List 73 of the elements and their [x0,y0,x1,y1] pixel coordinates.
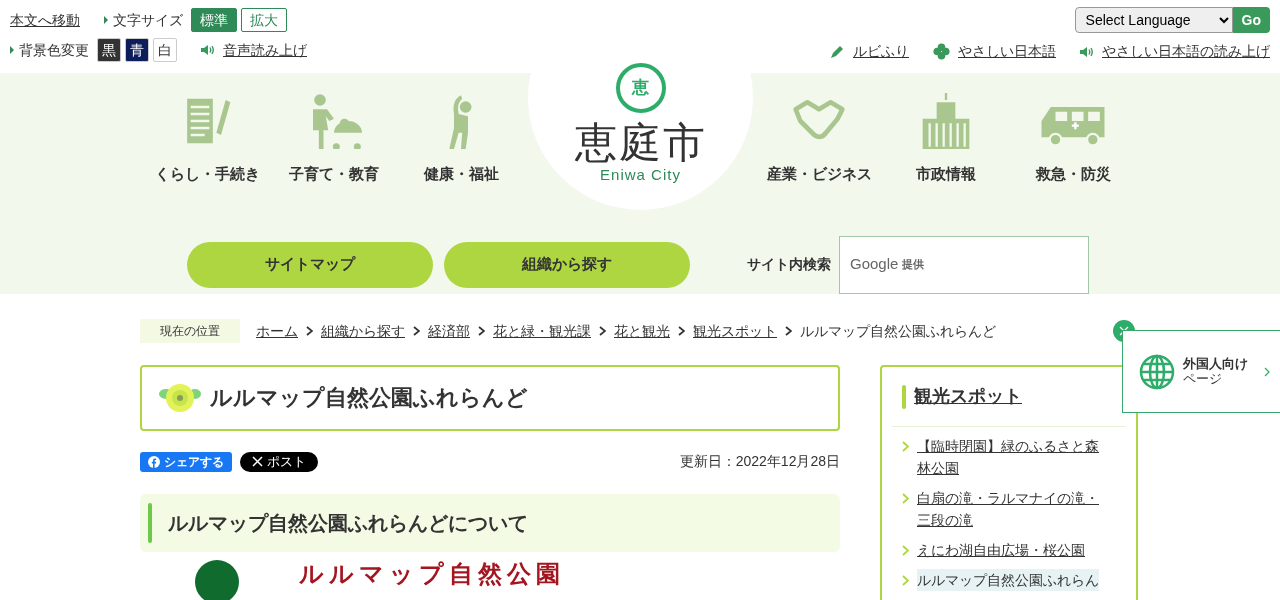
city-emblem-icon [614,61,667,114]
chevron-icon [599,326,606,336]
sidebar-link[interactable]: ルルマップ自然公園ふれらん [917,569,1099,591]
facebook-icon [148,455,160,468]
panel-subtitle: ページ [1183,371,1223,387]
speech-link[interactable]: 音声読み上げ [223,39,307,61]
sitemap-button[interactable]: サイトマップ [187,241,433,288]
background-color-label: 背景色変更 [19,40,89,60]
font-size-label: 文字サイズ [113,10,183,30]
triangle-icon [104,16,108,24]
font-size-button[interactable]: 拡大 [241,8,287,32]
updated-date: 更新日：2022年12月28日 [679,452,840,471]
chevron-icon [902,545,909,556]
language-select[interactable]: Select Language [1074,7,1233,33]
chevron-icon [902,493,909,504]
background-color-button[interactable]: 黒 [97,38,121,62]
speaker-icon [201,44,215,56]
sidebar-link[interactable]: 【臨時閉園】緑のふるさと森林公園 [917,435,1106,479]
breadcrumb-link[interactable]: 観光スポット [693,320,777,342]
breadcrumb-link[interactable]: 花と緑・観光課 [493,320,591,342]
clover-icon [933,43,950,60]
sidebar-link[interactable]: えにわ湖自由広場・桜公園 [917,539,1085,561]
skip-to-content-link[interactable]: 本文へ移動 [10,9,80,31]
globe-icon [1139,353,1175,390]
x-post-button[interactable]: ポスト [240,451,318,472]
chevron-icon [902,575,909,586]
background-color-button[interactable]: 白 [153,38,177,62]
nav-link[interactable]: 産業・ビジネス [755,93,883,186]
page-title: ルルマップ自然公園ふれらんど [210,384,528,412]
chevron-icon [306,326,313,336]
foreign-visitors-panel[interactable]: 外国人向け ページ [1122,330,1280,413]
nav-link[interactable]: くらし・手続き [143,93,271,186]
nav-link[interactable]: 健康・福祉 [397,93,525,186]
provided-label: 提供 [902,257,925,273]
chevron-icon [902,441,909,452]
breadcrumb-link[interactable]: ホーム [256,320,298,342]
triangle-icon [10,46,14,54]
go-button[interactable]: Go [1232,7,1270,33]
x-logo-icon [252,456,263,467]
speaker-icon [1080,45,1094,58]
breadcrumb-label: 現在の位置 [140,319,240,343]
tool-link[interactable]: ルビふり [853,41,909,62]
sidebar-title-link[interactable]: 観光スポット [914,383,1022,410]
logo-circle-image [195,560,239,600]
organization-search-button[interactable]: 組織から探す [444,241,690,288]
panel-title: 外国人向け [1183,356,1248,372]
nav-link[interactable]: 市政情報 [882,93,1010,186]
tool-link[interactable]: やさしい日本語 [958,41,1056,62]
city-name-english: Eniwa City [600,164,681,185]
sidebar-link[interactable]: 白扇の滝・ラルマナイの滝・三段の滝 [917,487,1106,531]
nav-link[interactable]: 救急・防災 [1009,93,1137,186]
chevron-icon [1264,366,1270,377]
breadcrumb-current: ルルマップ自然公園ふれらんど [800,321,996,341]
background-color-button[interactable]: 青 [125,38,149,62]
chevron-icon [478,326,485,336]
breadcrumb-link[interactable]: 組織から探す [321,320,405,342]
breadcrumb-link[interactable]: 経済部 [428,320,470,342]
site-search-label: サイト内検索 [747,255,831,274]
pen-icon [829,43,845,60]
search-field[interactable]: Google 提供 [839,235,1089,294]
emblem-character: 恵 [632,79,649,96]
breadcrumb-link[interactable]: 花と観光 [614,320,670,342]
chevron-icon [785,326,792,336]
chevron-icon [678,326,685,336]
google-label: Google [850,254,899,275]
nav-link[interactable]: 子育て・教育 [270,93,398,186]
park-logo-text: ルルマップ自然公園 [299,560,565,589]
font-size-button[interactable]: 標準 [191,8,237,32]
chevron-icon [413,326,420,336]
tool-link[interactable]: やさしい日本語の読み上げ [1102,41,1270,62]
facebook-share-button[interactable]: シェアする [140,451,232,472]
section-heading: ルルマップ自然公園ふれらんどについて [168,511,528,535]
city-name: 恵庭市 [574,121,707,164]
